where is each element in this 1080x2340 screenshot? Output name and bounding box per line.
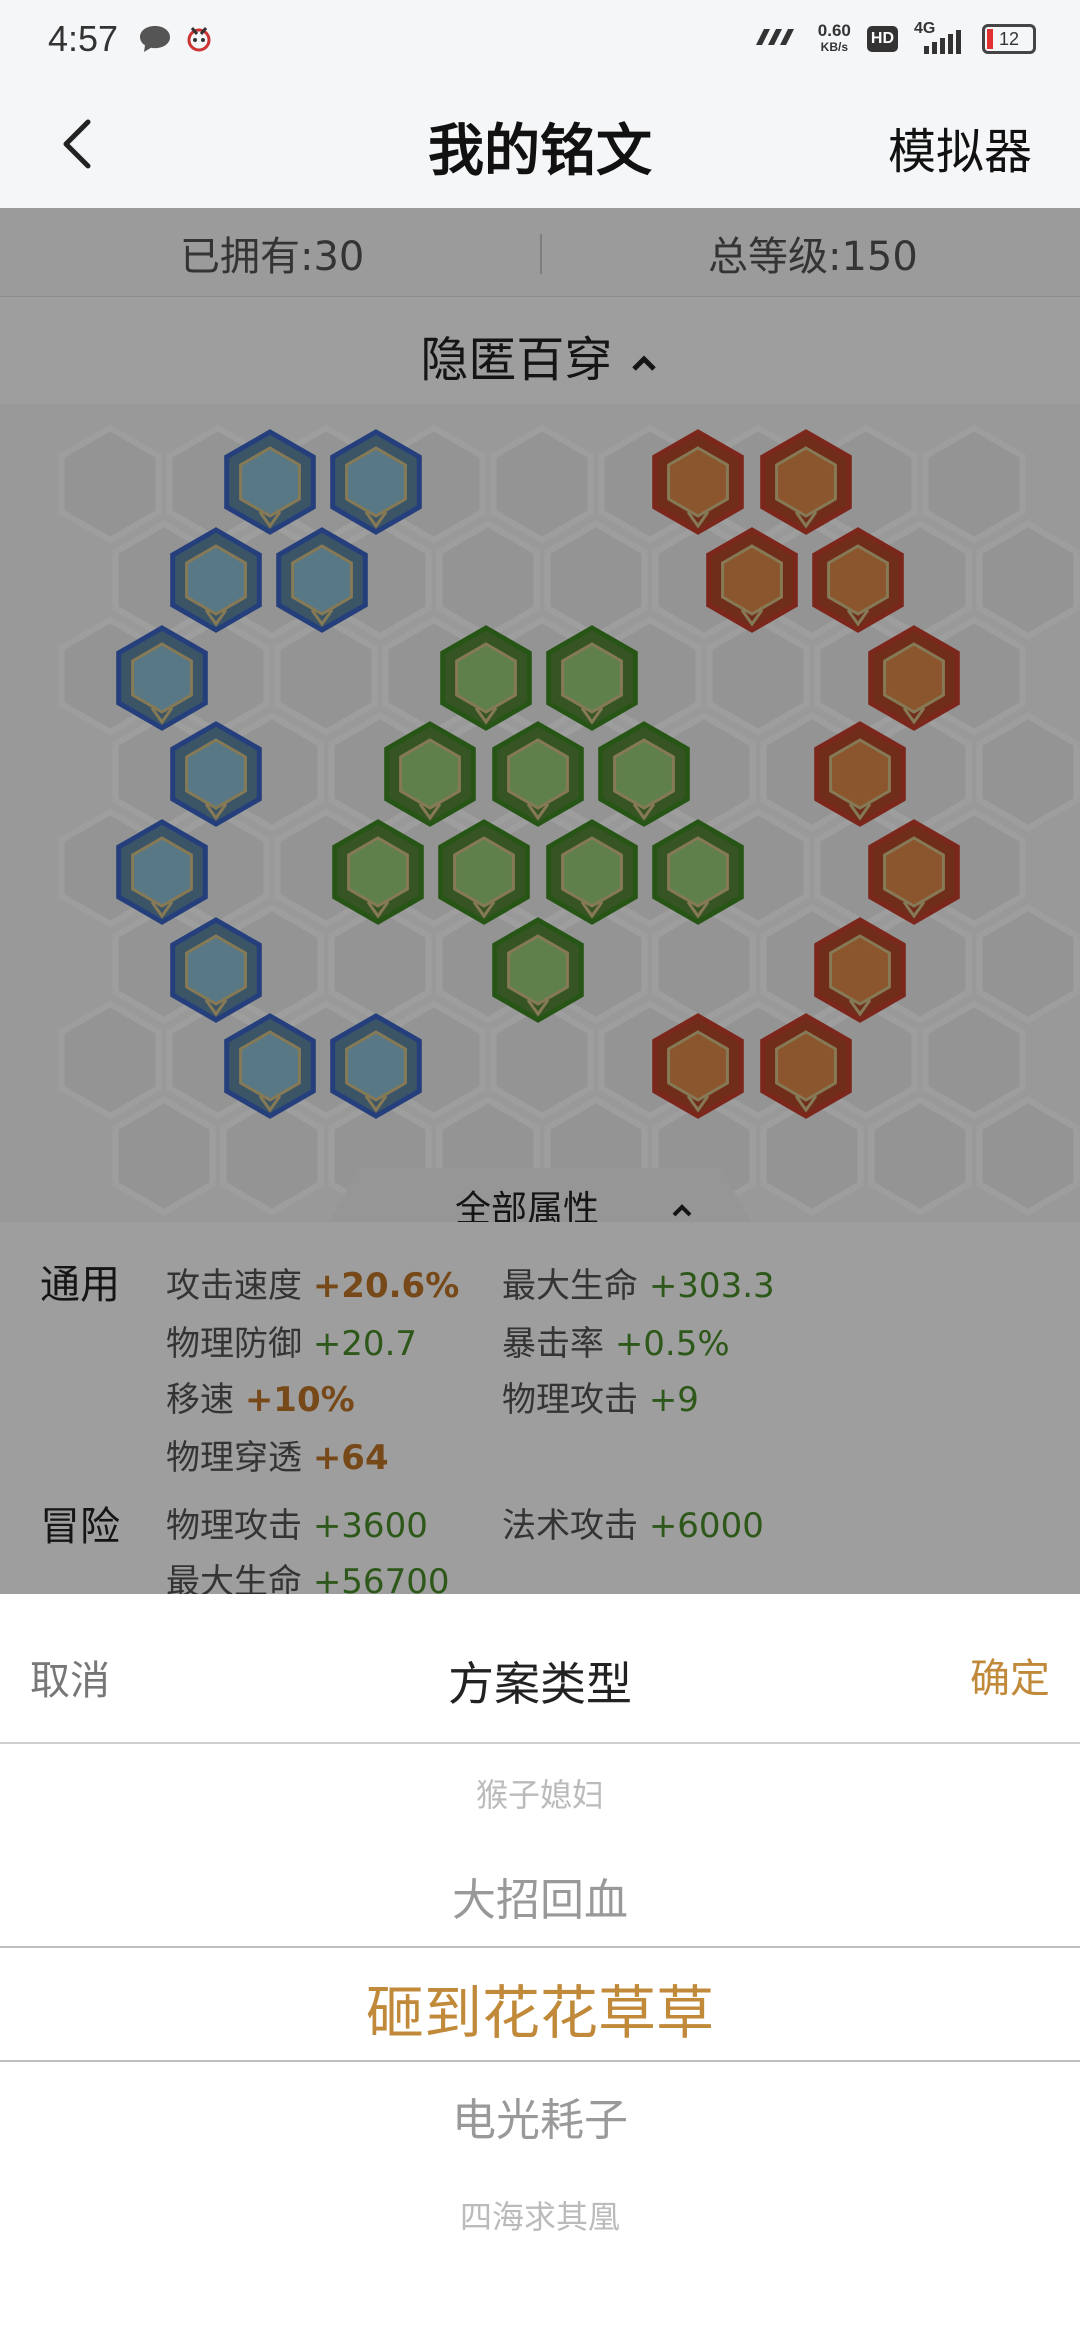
confirm-button[interactable]: 确定 <box>970 1646 1050 1704</box>
plan-type-picker-sheet: 取消 方案类型 确定 猴子媳妇 大招回血 砸到花花草草 电光耗子 四海求其凰 <box>0 1594 1080 2340</box>
sheet-title: 方案类型 <box>448 1657 632 1711</box>
picker-option[interactable]: 猴子媳妇 <box>0 1770 1080 1816</box>
cellular-signal-icon: 4G <box>914 20 966 56</box>
sheet-header: 取消 方案类型 确定 <box>0 1594 1080 1744</box>
message-icon <box>138 24 172 58</box>
modal-overlay[interactable] <box>0 208 1080 1594</box>
picker-option[interactable]: 电光耗子 <box>0 2084 1080 2148</box>
nav-bar: 我的铭文 模拟器 <box>0 84 1080 210</box>
picker-option[interactable]: 四海求其凰 <box>0 2192 1080 2238</box>
simulator-button[interactable]: 模拟器 <box>888 112 1032 182</box>
picker-selection-bottom-line <box>0 2060 1080 2062</box>
status-time: 4:57 <box>48 18 119 59</box>
status-indicators: 0.60 KB/s HD 4G 12 <box>750 20 1036 56</box>
wifi-signal-icon <box>750 25 802 53</box>
network-speed: 0.60 KB/s <box>818 22 851 56</box>
status-bar: 4:57 0.60 KB/s HD 4G 12 <box>0 0 1080 84</box>
picker-option-selected[interactable]: 砸到花花草草 <box>0 1966 1080 2050</box>
battery-indicator: 12 <box>982 24 1036 54</box>
picker-option[interactable]: 大招回血 <box>0 1864 1080 1928</box>
picker-selection-top-line <box>0 1946 1080 1948</box>
speed-value: 0.60 <box>817 21 851 40</box>
speed-unit: KB/s <box>820 40 849 54</box>
app-notification-icon <box>186 24 212 58</box>
hd-badge: HD <box>866 26 898 52</box>
